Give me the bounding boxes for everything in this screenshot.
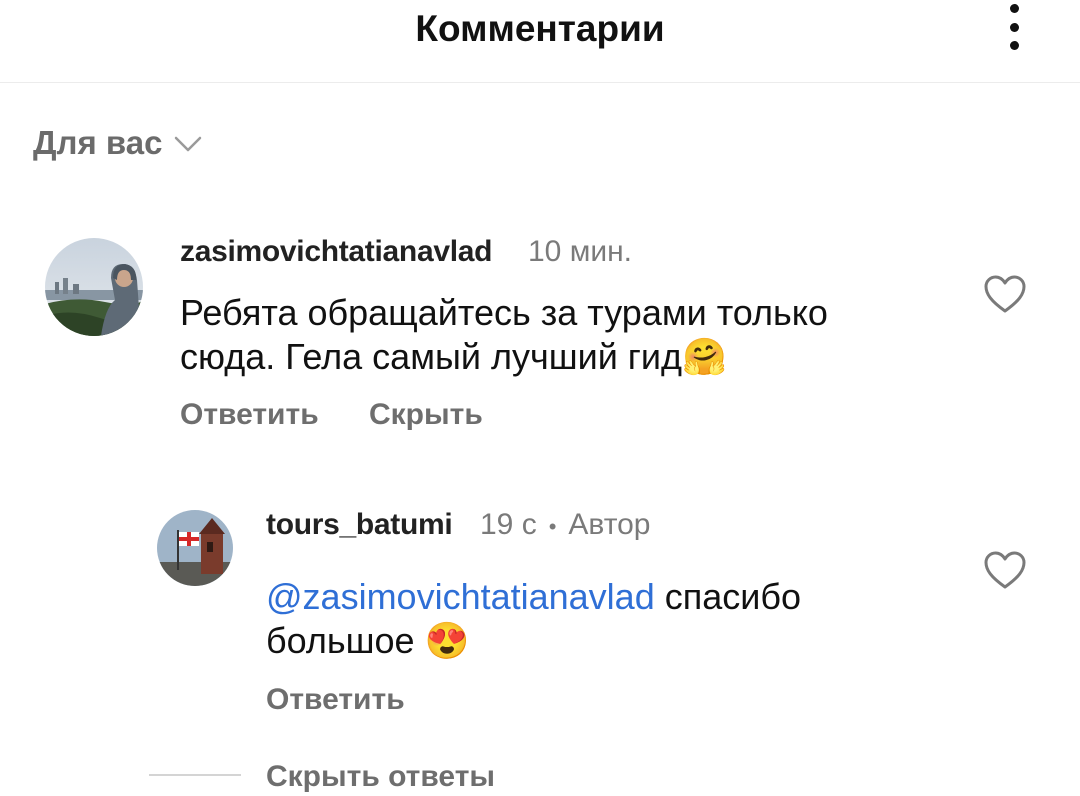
- mention-link[interactable]: @zasimovichtatianavlad: [266, 576, 655, 617]
- thread-divider: [149, 774, 241, 776]
- meta-separator: •: [548, 514, 557, 539]
- reply-username[interactable]: tours_batumi: [266, 508, 453, 542]
- more-vertical-icon[interactable]: [1000, 4, 1028, 50]
- page-title: Комментарии: [415, 8, 665, 49]
- reply-text: @zasimovichtatianavlad спасибо большое 😍: [266, 575, 906, 663]
- avatar[interactable]: [157, 510, 233, 586]
- reply-timestamp: 19 с: [480, 508, 537, 541]
- sort-dropdown[interactable]: Для вас: [33, 124, 202, 162]
- comment-text: Ребята обращайтесь за турами только сюда…: [180, 291, 920, 379]
- hide-button[interactable]: Скрыть: [369, 398, 483, 432]
- reply-button[interactable]: Ответить: [180, 398, 319, 432]
- comments-screen: Комментарии Для вас zasimovichtatianavla…: [0, 0, 1080, 796]
- comment-username[interactable]: zasimovichtatianavlad: [180, 235, 492, 269]
- avatar[interactable]: [45, 238, 143, 336]
- chevron-down-icon: [175, 136, 202, 152]
- author-badge: Автор: [568, 508, 651, 541]
- reply-button[interactable]: Ответить: [266, 683, 405, 717]
- comment-timestamp: 10 мин.: [528, 235, 632, 268]
- sort-label: Для вас: [33, 124, 163, 161]
- comment-text-content: Ребята обращайтесь за турами только сюда…: [180, 292, 828, 377]
- reply-meta: 19 с • Автор: [480, 508, 650, 546]
- hide-replies-button[interactable]: Скрыть ответы: [266, 760, 495, 794]
- header-bar: Комментарии: [0, 0, 1080, 83]
- heart-outline-icon[interactable]: [983, 274, 1027, 314]
- hugging-face-emoji: 🤗: [682, 336, 727, 377]
- heart-outline-icon[interactable]: [983, 550, 1027, 590]
- heart-eyes-emoji: 😍: [424, 620, 470, 661]
